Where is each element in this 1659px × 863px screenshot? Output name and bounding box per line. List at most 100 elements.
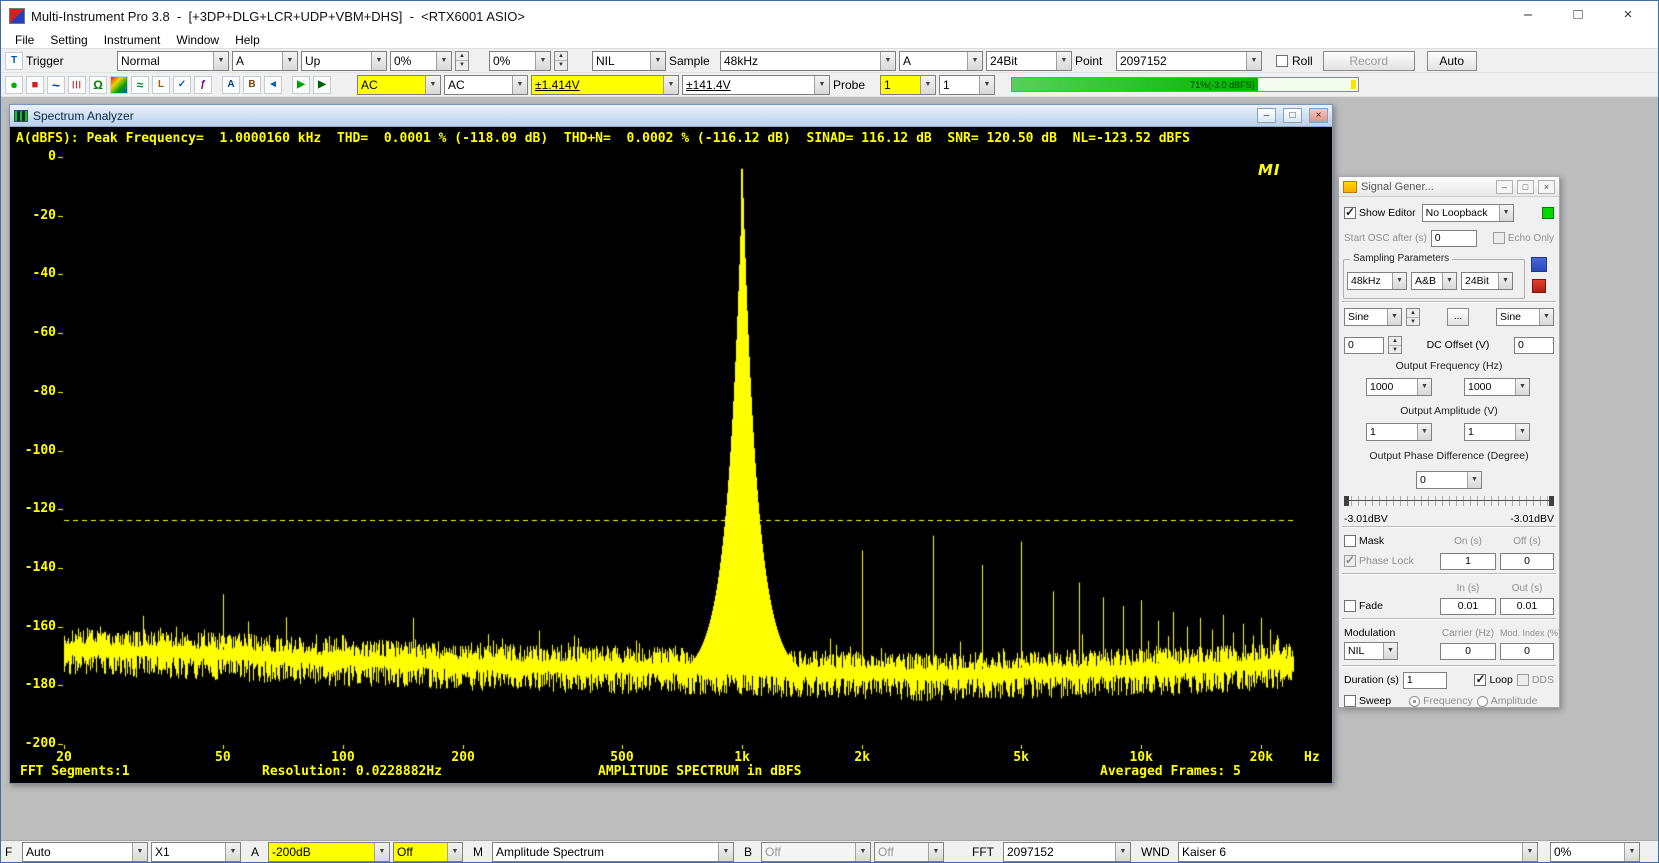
sample-channel-select[interactable]: A▼ xyxy=(899,51,983,71)
roll-checkbox[interactable]: Roll xyxy=(1276,54,1313,68)
loop-checkbox[interactable]: Loop xyxy=(1474,674,1512,686)
fft-size-select[interactable]: 2097152▼ xyxy=(1003,842,1131,862)
sg-sample-rate-select[interactable]: 48kHz ▼ xyxy=(1347,272,1407,290)
sg-minimize-button[interactable]: – xyxy=(1496,180,1513,194)
trigger-delay-select[interactable]: 0%▼ xyxy=(489,51,551,71)
auto-button[interactable]: Auto xyxy=(1427,51,1477,71)
play-output-icon[interactable] xyxy=(313,76,331,94)
app-minimize-button[interactable]: – xyxy=(1506,1,1550,31)
menu-item-file[interactable]: File xyxy=(7,32,42,48)
loopback-select[interactable]: No Loopback ▼ xyxy=(1422,204,1514,222)
fade-out-input[interactable]: 0.01 xyxy=(1500,598,1554,615)
run-button[interactable] xyxy=(5,76,23,94)
dds-checkbox[interactable]: DDS xyxy=(1517,674,1554,686)
channel-b-view-icon[interactable] xyxy=(243,76,261,94)
phase-select[interactable]: 0 ▼ xyxy=(1416,471,1482,489)
output-level-slider[interactable] xyxy=(1344,496,1554,506)
sg-channels-select[interactable]: A&B ▼ xyxy=(1411,272,1457,290)
carrier-input[interactable]: 0 xyxy=(1440,643,1496,660)
oscilloscope-icon[interactable] xyxy=(47,76,65,94)
amplitude-b-select[interactable]: 1 ▼ xyxy=(1464,423,1530,441)
sample-rate-select[interactable]: 48kHz▼ xyxy=(720,51,896,71)
app-close-button[interactable]: × xyxy=(1606,1,1650,31)
slider-thumb-left[interactable] xyxy=(1344,496,1349,506)
coupling-b-select[interactable]: AC▼ xyxy=(444,75,528,95)
phase-lock-off-input[interactable]: 0 xyxy=(1500,553,1554,570)
wave-b-select[interactable]: Sine ▼ xyxy=(1496,308,1554,326)
spectrum-close-button[interactable]: × xyxy=(1309,108,1328,123)
dc-offset-a-input[interactable]: 0 xyxy=(1344,337,1384,354)
frequency-b-select[interactable]: 1000 ▼ xyxy=(1464,378,1530,396)
trigger-filter-select[interactable]: NIL▼ xyxy=(592,51,666,71)
wave-more-button[interactable]: ... xyxy=(1447,308,1469,326)
phase-lock-on-input[interactable]: 1 xyxy=(1440,553,1496,570)
slider-thumb-right[interactable] xyxy=(1549,496,1554,506)
bit-depth-select[interactable]: 24Bit▼ xyxy=(986,51,1072,71)
channel-a-view-icon[interactable] xyxy=(222,76,240,94)
dc-offset-spinner[interactable]: ▲▼ xyxy=(1388,336,1402,354)
window-function-select[interactable]: Kaiser 6▼ xyxy=(1178,842,1538,862)
a-range-select[interactable]: -200dB▼ xyxy=(268,842,390,862)
sample-point-select[interactable]: 2097152▼ xyxy=(1116,51,1262,71)
trigger-mode-select[interactable]: Normal▼ xyxy=(117,51,229,71)
save-icon[interactable] xyxy=(1531,257,1547,272)
echo-only-checkbox[interactable]: Echo Only xyxy=(1493,232,1554,244)
coupling-a-select[interactable]: AC▼ xyxy=(357,75,441,95)
trigger-edge-select[interactable]: Up▼ xyxy=(301,51,387,71)
spectrum-analyzer-icon[interactable] xyxy=(68,76,86,94)
sg-close-button[interactable]: × xyxy=(1538,180,1555,194)
record-button[interactable]: Record xyxy=(1323,51,1415,71)
mod-index-input[interactable]: 0 xyxy=(1500,643,1554,660)
lcr-meter-icon[interactable] xyxy=(152,76,170,94)
sg-maximize-button[interactable]: □ xyxy=(1517,180,1534,194)
speaker-icon[interactable] xyxy=(264,76,282,94)
probe-b-select[interactable]: 1▼ xyxy=(939,75,995,95)
fade-in-input[interactable]: 0.01 xyxy=(1440,598,1496,615)
show-editor-checkbox[interactable]: Show Editor xyxy=(1344,207,1416,219)
mask-checkbox[interactable]: Mask xyxy=(1344,535,1428,547)
zoom-select[interactable]: X1▼ xyxy=(151,842,241,862)
spectrum-3d-plot-icon[interactable] xyxy=(110,76,128,94)
sweep-checkbox[interactable]: Sweep xyxy=(1344,695,1391,707)
multimeter-icon[interactable] xyxy=(89,76,107,94)
phase-lock-checkbox[interactable]: Phase Lock xyxy=(1344,555,1428,567)
stop-button[interactable] xyxy=(26,76,44,94)
probe-a-select[interactable]: 1▼ xyxy=(880,75,936,95)
menu-item-window[interactable]: Window xyxy=(168,32,227,48)
b-processing-select[interactable]: Off▼ xyxy=(874,842,944,862)
range-b-select[interactable]: ±141.4V▼ xyxy=(682,75,830,95)
start-osc-input[interactable]: 0 xyxy=(1431,230,1477,247)
modulation-select[interactable]: NIL ▼ xyxy=(1344,642,1398,660)
wave-a-select[interactable]: Sine ▼ xyxy=(1344,308,1402,326)
sg-bits-select[interactable]: 24Bit ▼ xyxy=(1461,272,1513,290)
amplitude-a-select[interactable]: 1 ▼ xyxy=(1366,423,1432,441)
spectrum-minimize-button[interactable]: – xyxy=(1257,108,1276,123)
spectrum-analyzer-titlebar[interactable]: Spectrum Analyzer – □ × xyxy=(10,105,1332,127)
sweep-frequency-radio[interactable]: Frequency xyxy=(1409,695,1473,707)
trigger-icon[interactable] xyxy=(5,52,23,70)
trigger-level-select[interactable]: 0%▼ xyxy=(390,51,452,71)
menu-item-instrument[interactable]: Instrument xyxy=(96,32,169,48)
play-input-icon[interactable] xyxy=(292,76,310,94)
derived-data-icon[interactable] xyxy=(194,76,212,94)
trigger-level-spinner[interactable]: ▲▼ xyxy=(455,51,469,71)
trigger-delay-spinner[interactable]: ▲▼ xyxy=(554,51,568,71)
device-test-plan-icon[interactable] xyxy=(173,76,191,94)
duration-input[interactable]: 1 xyxy=(1403,672,1447,689)
overlap-select[interactable]: 0%▼ xyxy=(1550,842,1640,862)
sound-card-icon[interactable] xyxy=(1532,279,1546,293)
data-logger-icon[interactable] xyxy=(131,76,149,94)
sweep-amplitude-radio[interactable]: Amplitude xyxy=(1477,695,1538,707)
app-titlebar[interactable]: Multi-Instrument Pro 3.8 - [+3DP+DLG+LCR… xyxy=(1,1,1658,31)
wave-a-spinner[interactable]: ▲▼ xyxy=(1406,308,1420,326)
dc-offset-b-input[interactable]: 0 xyxy=(1514,337,1554,354)
b-range-select[interactable]: Off▼ xyxy=(761,842,871,862)
trigger-source-select[interactable]: A▼ xyxy=(232,51,298,71)
menu-item-help[interactable]: Help xyxy=(227,32,268,48)
math-select[interactable]: Amplitude Spectrum▼ xyxy=(492,842,734,862)
frequency-a-select[interactable]: 1000 ▼ xyxy=(1366,378,1432,396)
a-processing-select[interactable]: Off▼ xyxy=(393,842,463,862)
signal-generator-titlebar[interactable]: Signal Gener... – □ × xyxy=(1339,177,1559,197)
generator-on-indicator[interactable] xyxy=(1542,207,1554,219)
spectrum-maximize-button[interactable]: □ xyxy=(1283,108,1302,123)
